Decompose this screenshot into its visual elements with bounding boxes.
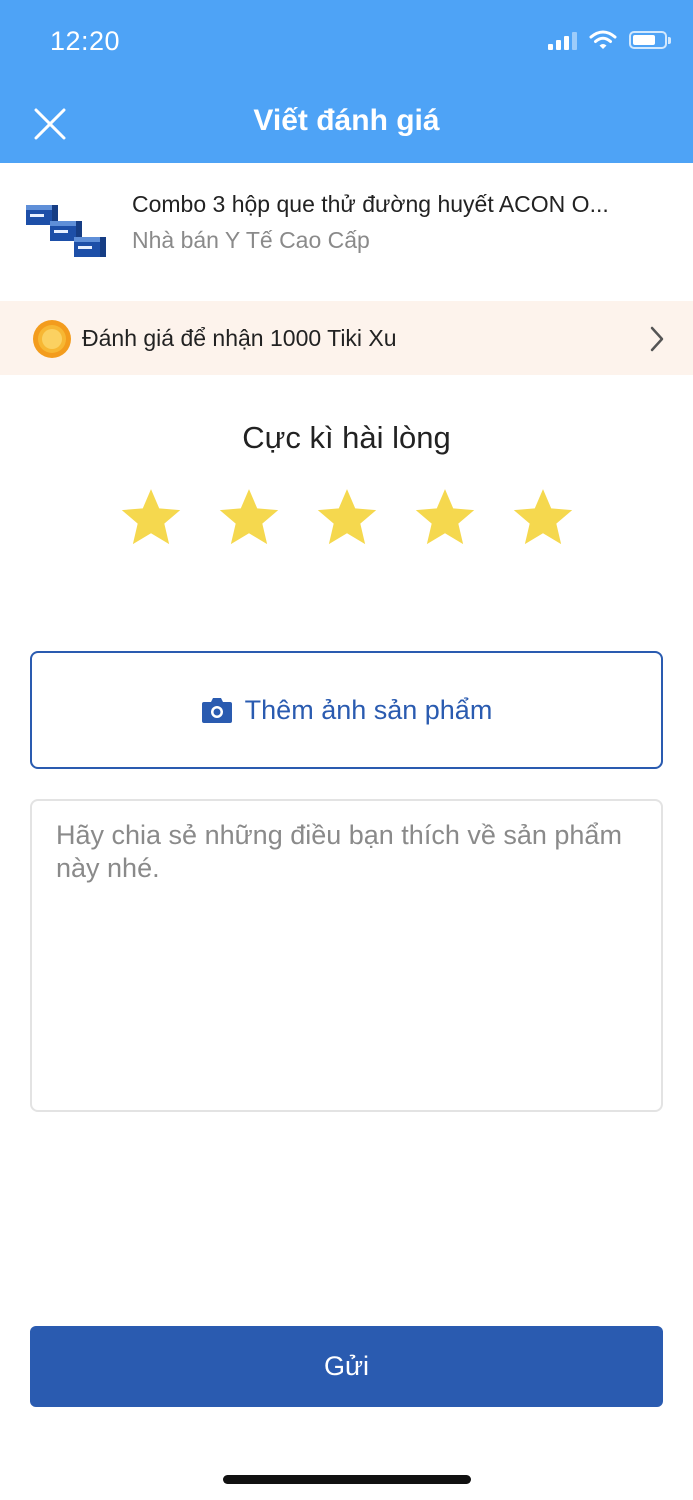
wifi-icon: [589, 30, 617, 49]
product-summary: Combo 3 hộp que thử đường huyết ACON O..…: [0, 163, 693, 301]
product-name: Combo 3 hộp que thử đường huyết ACON O..…: [132, 191, 609, 217]
camera-icon: [201, 698, 232, 723]
status-time: 12:20: [50, 26, 121, 56]
status-icons: [548, 30, 671, 50]
star-icon-5[interactable]: [509, 484, 577, 552]
product-image: [26, 205, 106, 257]
add-photo-button[interactable]: Thêm ảnh sản phẩm: [30, 651, 663, 769]
star-icon-1[interactable]: [117, 484, 185, 552]
star-icon-2[interactable]: [215, 484, 283, 552]
battery-icon: [629, 31, 671, 49]
submit-label: Gửi: [323, 1351, 370, 1381]
star-rating: [0, 484, 693, 552]
add-photo-label: Thêm ảnh sản phẩm: [244, 694, 493, 725]
home-indicator: [223, 1475, 471, 1484]
seller-name: Nhà bán Y Tế Cao Cấp: [132, 227, 370, 253]
rating-label: Cực kì hài lòng: [242, 420, 451, 455]
star-icon-3[interactable]: [313, 484, 381, 552]
review-box: [30, 799, 663, 1112]
reward-banner[interactable]: Đánh giá để nhận 1000 Tiki Xu: [0, 301, 693, 375]
app-header: 12:20 Viết đánh giá: [0, 0, 693, 163]
reward-text: Đánh giá để nhận 1000 Tiki Xu: [82, 325, 397, 351]
coin-icon: [33, 320, 71, 358]
page-title: Viết đánh giá: [253, 104, 440, 137]
star-icon-4[interactable]: [411, 484, 479, 552]
submit-button[interactable]: Gửi: [30, 1326, 663, 1407]
review-textarea[interactable]: [32, 801, 661, 1110]
chevron-right-icon: [650, 326, 664, 352]
cellular-signal-icon: [548, 30, 577, 50]
